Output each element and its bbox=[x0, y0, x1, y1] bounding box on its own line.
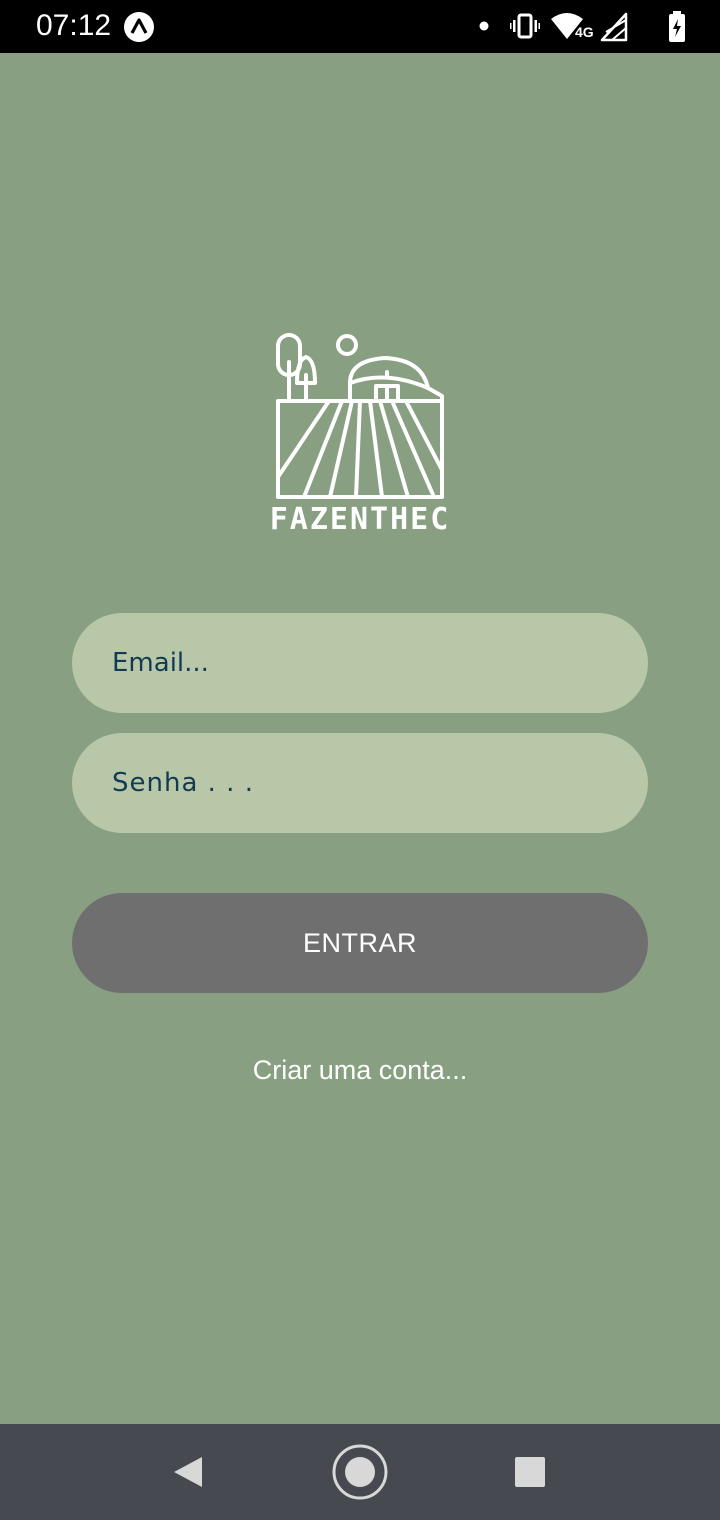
cell-signal-icon bbox=[600, 12, 628, 42]
status-bar: 07:12 4G bbox=[0, 0, 720, 53]
status-time: 07:12 bbox=[36, 9, 112, 42]
app-notification-icon bbox=[124, 12, 154, 42]
brand-name: FAZENTHEC bbox=[269, 502, 451, 537]
farm-logo-icon bbox=[276, 333, 444, 499]
back-icon[interactable] bbox=[160, 1444, 216, 1500]
password-field-container bbox=[72, 733, 648, 833]
dot-icon bbox=[479, 21, 489, 31]
email-input[interactable] bbox=[112, 648, 648, 678]
vibrate-icon bbox=[510, 13, 540, 39]
navigation-bar bbox=[0, 1424, 720, 1520]
create-account-link[interactable]: Criar uma conta... bbox=[0, 1055, 720, 1086]
password-input[interactable] bbox=[112, 768, 648, 798]
email-field-container bbox=[72, 613, 648, 713]
home-icon[interactable] bbox=[332, 1444, 388, 1500]
recents-icon[interactable] bbox=[502, 1444, 558, 1500]
battery-charging-icon bbox=[669, 11, 685, 42]
login-button[interactable]: ENTRAR bbox=[72, 893, 648, 993]
network-type-label: 4G bbox=[575, 24, 594, 40]
login-screen: 07:12 4G FAZENTHEC Email... ENTRAR Criar… bbox=[0, 0, 720, 1520]
